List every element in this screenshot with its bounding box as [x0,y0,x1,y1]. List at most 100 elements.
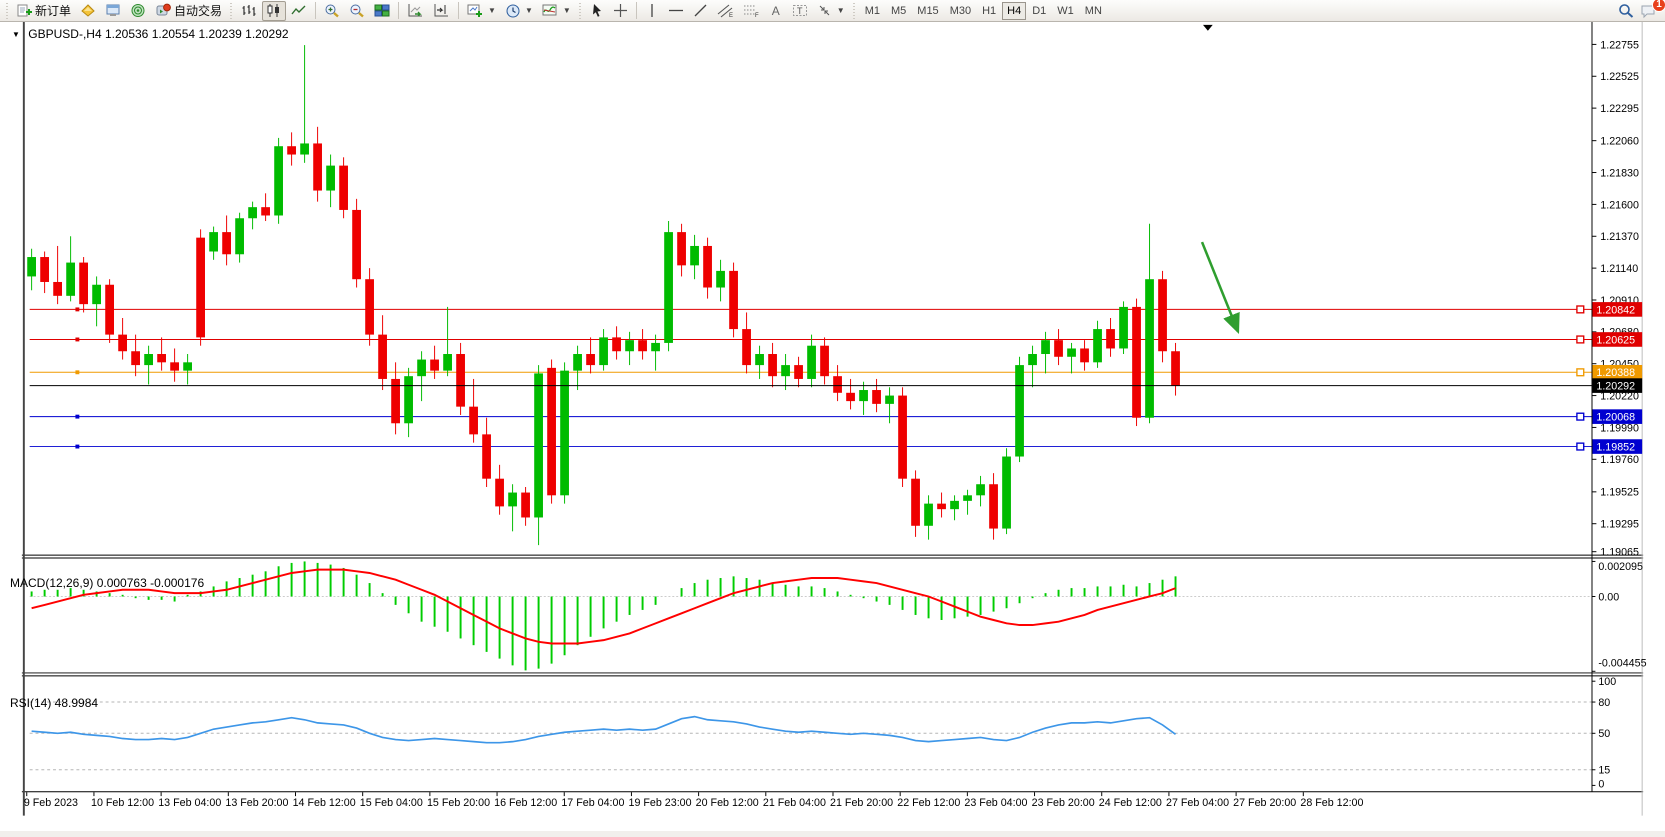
arrows-tool-button[interactable]: ▼ [813,1,849,21]
timeframe-m15-button[interactable]: M15 [912,2,943,20]
svg-text:1.21830: 1.21830 [1600,167,1639,179]
notifications-button[interactable]: 1 [1640,2,1658,20]
high-value: 1.20554 [152,27,195,41]
svg-text:27 Feb 04:00: 27 Feb 04:00 [1166,797,1229,809]
new-chart-icon [467,3,484,18]
open-value: 1.20536 [105,27,148,41]
indicators-button[interactable]: ▼ [538,1,575,21]
profiles-button[interactable] [76,1,100,21]
line-edge-marker[interactable] [1577,369,1584,376]
svg-text:9 Feb 2023: 9 Feb 2023 [24,797,78,809]
navigator-button[interactable] [126,1,150,21]
svg-text:E: E [729,13,733,18]
timeframe-m5-button[interactable]: M5 [886,2,911,20]
candle-bar [365,268,374,346]
chart-background [22,22,1643,816]
line-edge-marker[interactable] [1577,443,1584,450]
toolbar-grip[interactable] [5,3,10,19]
svg-text:1.19990: 1.19990 [1600,422,1639,434]
chevron-down-icon: ▼ [563,6,571,15]
zoom-out-button[interactable] [345,1,369,21]
auto-trading-button[interactable]: 自动交易 [151,1,226,21]
svg-text:1.19295: 1.19295 [1600,519,1639,531]
candle-bar [729,263,738,338]
line-anchor-marker[interactable] [75,338,79,342]
zoom-in-button[interactable] [320,1,344,21]
crosshair-button[interactable] [609,1,632,21]
cursor-icon [590,3,604,18]
svg-text:1.20842: 1.20842 [1596,304,1635,316]
toolbar-grip[interactable] [578,3,583,19]
toolbar-separator [398,2,399,19]
timeframe-m1-button[interactable]: M1 [860,2,885,20]
auto-trading-label: 自动交易 [174,2,222,19]
horizontal-line-tool-button[interactable] [664,1,688,21]
vertical-line-icon [646,3,658,18]
toolbar-grip[interactable] [229,3,234,19]
svg-text:21 Feb 20:00: 21 Feb 20:00 [830,797,893,809]
svg-text:15 Feb 04:00: 15 Feb 04:00 [360,797,423,809]
chart-shift-button[interactable] [429,1,454,21]
main-toolbar: 新订单 [0,0,1665,22]
svg-text:1.20068: 1.20068 [1596,412,1635,424]
timeframe-h1-button[interactable]: H1 [977,2,1001,20]
search-icon[interactable] [1618,3,1634,19]
low-value: 1.20239 [198,27,241,41]
data-window-button[interactable] [101,1,125,21]
candle-bar [1119,301,1128,354]
line-anchor-marker[interactable] [75,307,79,311]
timeframe-h4-button[interactable]: H4 [1002,2,1026,20]
cursor-button[interactable] [586,1,608,21]
auto-trading-icon [155,3,171,18]
bar-chart-mode-button[interactable] [237,1,261,21]
channel-tool-button[interactable]: E [713,1,738,21]
window-bottom-edge [0,831,1665,837]
line-anchor-marker[interactable] [75,445,79,449]
one-click-menu-toggle[interactable]: ▼ [12,30,20,39]
line-anchor-marker[interactable] [75,370,79,374]
timeframe-d1-button[interactable]: D1 [1027,2,1051,20]
svg-text:T: T [797,6,803,16]
trendline-icon [693,3,708,18]
timeframe-m30-button[interactable]: M30 [945,2,976,20]
svg-text:1.19525: 1.19525 [1600,487,1639,499]
tile-windows-button[interactable] [370,1,394,21]
svg-text:1.19065: 1.19065 [1600,547,1639,559]
arrows-icon [817,3,833,18]
line-anchor-marker[interactable] [75,415,79,419]
toolbar-grip[interactable] [852,3,857,19]
candle-bar [1132,299,1141,426]
candle-bar [352,199,361,288]
trendline-tool-button[interactable] [689,1,712,21]
chevron-down-icon: ▼ [837,6,845,15]
line-chart-mode-button[interactable] [287,1,311,21]
svg-text:27 Feb 20:00: 27 Feb 20:00 [1233,797,1296,809]
svg-text:1.19760: 1.19760 [1600,454,1639,466]
fibonacci-tool-button[interactable]: F [739,1,764,21]
zoom-in-icon [324,3,340,19]
text-label-icon: T [792,3,808,18]
auto-scroll-button[interactable] [403,1,428,21]
line-edge-marker[interactable] [1577,336,1584,343]
period-button[interactable]: ▼ [501,1,537,21]
svg-text:15: 15 [1598,765,1610,777]
new-order-icon [17,3,32,18]
timeframe-w1-button[interactable]: W1 [1052,2,1079,20]
vertical-line-tool-button[interactable] [641,1,663,21]
text-label-tool-button[interactable]: T [788,1,812,21]
candlestick-icon [266,3,282,18]
svg-text:13 Feb 20:00: 13 Feb 20:00 [225,797,288,809]
mt4-application: 新订单 [0,0,1665,837]
line-edge-marker[interactable] [1577,306,1584,313]
zoom-out-icon [349,3,365,19]
new-chart-button[interactable]: ▼ [463,1,500,21]
text-tool-button[interactable]: A [765,1,787,21]
candlestick-mode-button[interactable] [262,1,286,21]
svg-text:-0.004455: -0.004455 [1598,658,1646,670]
chart-canvas[interactable]: 1.227551.225251.222951.220601.218301.216… [0,22,1665,837]
svg-text:F: F [755,13,759,18]
line-edge-marker[interactable] [1577,413,1584,420]
new-order-button[interactable]: 新订单 [13,1,75,21]
candle-bar [274,138,283,224]
timeframe-mn-button[interactable]: MN [1080,2,1107,20]
